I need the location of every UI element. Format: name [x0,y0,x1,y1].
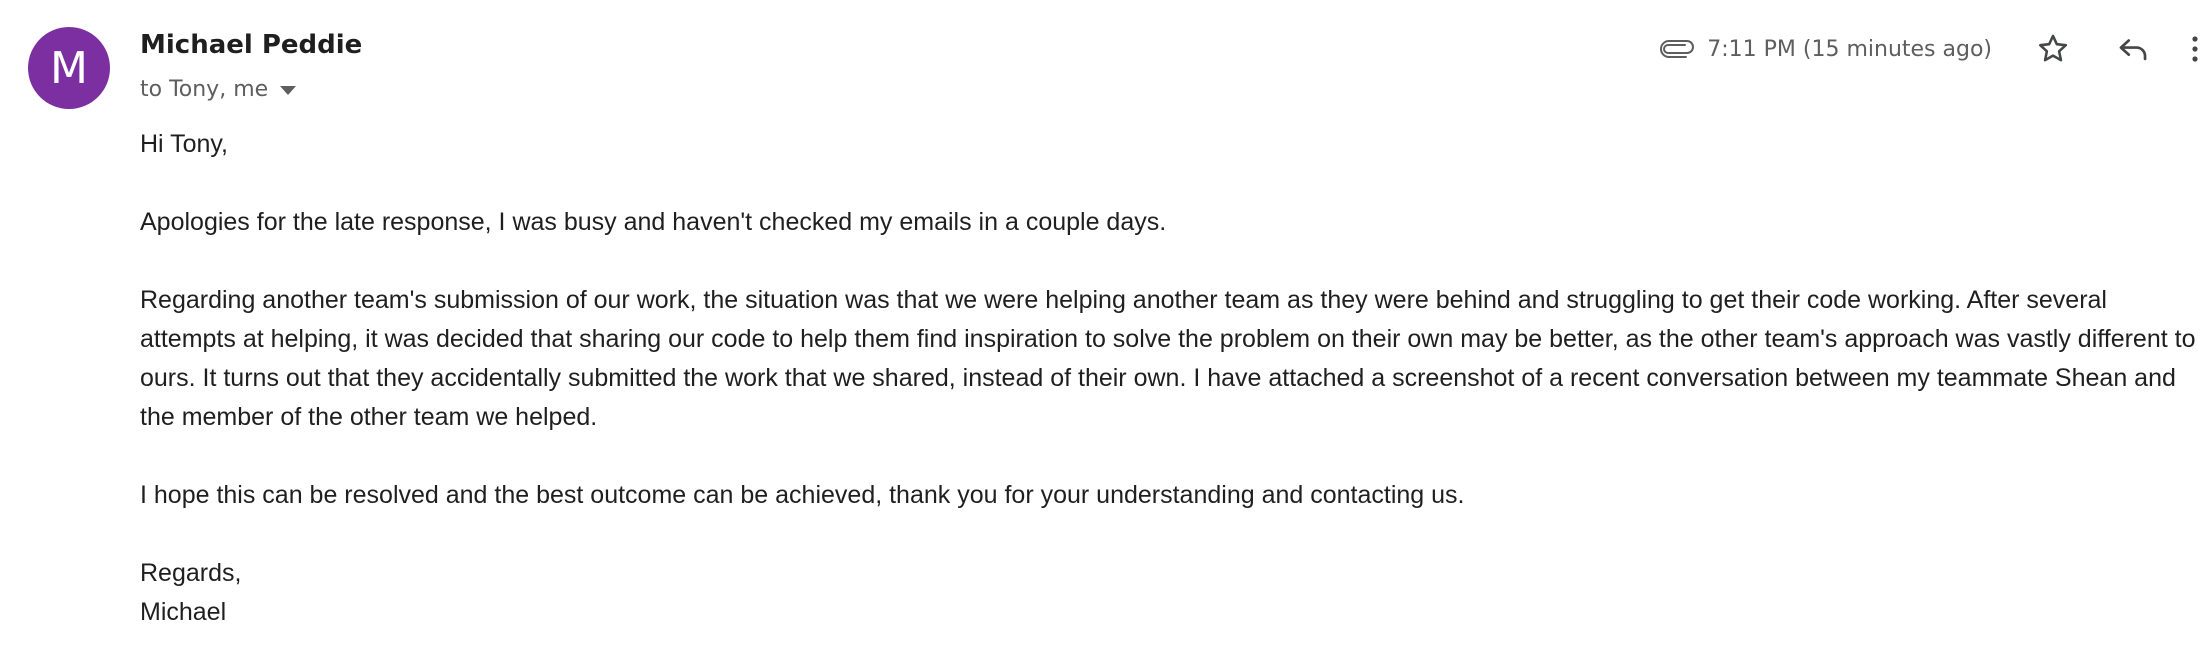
message-meta: 7:11 PM (15 minutes ago) [1659,26,2212,72]
body-paragraph: Apologies for the late response, I was b… [140,208,1167,236]
signature: Michael [140,598,227,626]
sender-avatar[interactable]: M [28,27,110,109]
recipients-text: to Tony, me [140,76,269,102]
body-paragraph: I hope this can be resolved and the best… [140,481,1465,509]
more-vert-icon[interactable] [2190,26,2212,72]
signoff: Regards, [140,559,242,587]
star-icon[interactable] [2030,26,2076,72]
body-paragraph: Regarding another team's submission of o… [140,286,2196,431]
sender-name: Michael Peddie [140,30,363,60]
greeting: Hi Tony, [140,130,229,158]
caret-down-icon[interactable] [280,85,297,95]
avatar-initial: M [50,42,88,94]
recipients-details-toggle[interactable]: to Tony, me [140,74,297,104]
paperclip-icon [1659,38,1695,60]
message-body: Hi Tony, Apologies for the late response… [140,125,2205,632]
reply-icon[interactable] [2110,26,2156,72]
message-timestamp: 7:11 PM (15 minutes ago) [1707,36,1992,62]
